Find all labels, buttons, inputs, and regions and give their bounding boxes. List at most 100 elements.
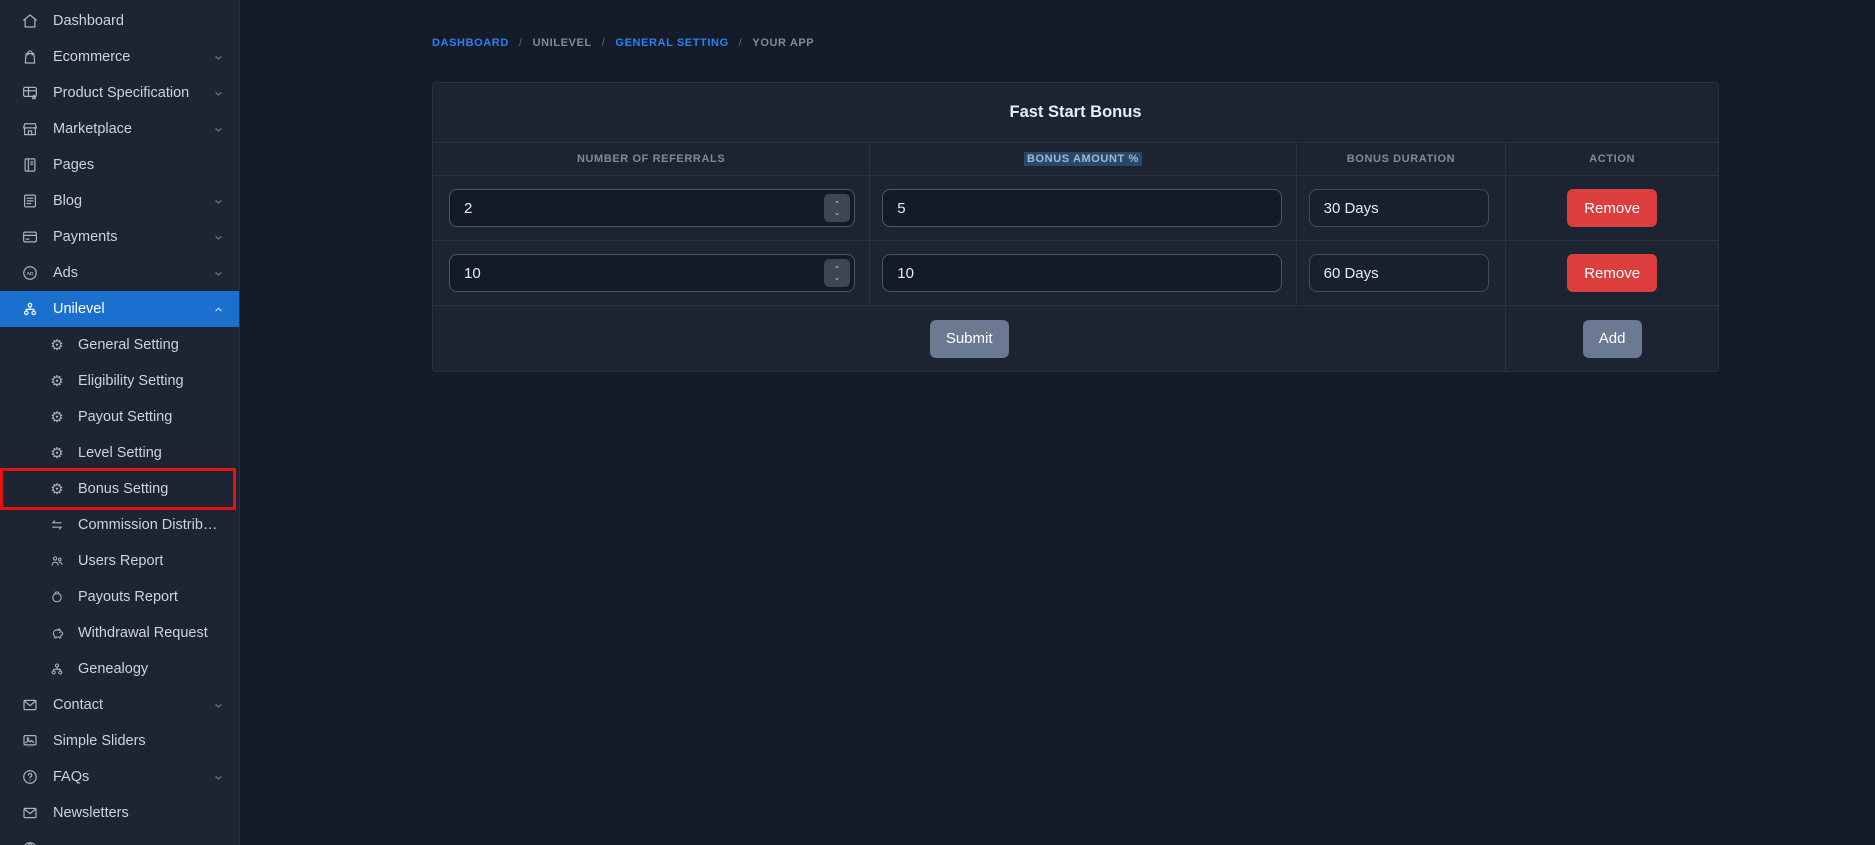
table-row: 60 Days Remove xyxy=(433,241,1718,306)
chevron-down-icon xyxy=(212,231,225,244)
number-of-referrals-input[interactable] xyxy=(449,189,856,227)
sidebar-item-label: Bonus Setting xyxy=(78,481,169,497)
add-button[interactable]: Add xyxy=(1582,319,1642,358)
sidebar-item-label: Contact xyxy=(53,697,103,713)
sidebar-item-commission-distributi[interactable]: Commission Distributi... xyxy=(0,507,239,543)
sidebar-item-payouts-report[interactable]: Payouts Report xyxy=(0,579,239,615)
sidebar-item-label: General Setting xyxy=(78,337,179,353)
gear-icon: ⚙ xyxy=(50,335,64,354)
cell-bonus-duration: 30 Days xyxy=(1295,176,1506,240)
table-header-row: NUMBER OF REFERRALS BONUS AMOUNT % BONUS… xyxy=(433,143,1718,176)
spinner-down-button[interactable] xyxy=(824,208,850,220)
sidebar-item-item-23[interactable] xyxy=(0,831,239,845)
sidebar-item-general-setting[interactable]: ⚙ General Setting xyxy=(0,327,239,363)
sidebar-item-ecommerce[interactable]: Ecommerce xyxy=(0,39,239,75)
breadcrumb-separator: / xyxy=(518,37,523,49)
product-spec-icon xyxy=(20,83,40,103)
card-title-row: Fast Start Bonus xyxy=(433,83,1718,143)
sidebar-item-label: Withdrawal Request xyxy=(78,625,208,641)
sidebar-item-label: Commission Distributi... xyxy=(78,517,225,533)
chevron-down-icon xyxy=(212,123,225,136)
submit-button[interactable]: Submit xyxy=(929,319,1009,358)
sidebar-item-label: Payments xyxy=(53,229,118,245)
column-header-label: NUMBER OF REFERRALS xyxy=(576,153,726,165)
sidebar-item-newsletters[interactable]: Newsletters xyxy=(0,795,239,831)
swap-arrows-icon xyxy=(48,516,66,534)
sidebar-item-simple-sliders[interactable]: Simple Sliders xyxy=(0,723,239,759)
mail-icon xyxy=(20,803,40,823)
sidebar-item-withdrawal-request[interactable]: Withdrawal Request xyxy=(0,615,239,651)
number-spinner xyxy=(824,259,851,287)
sidebar-item-label: Newsletters xyxy=(53,805,129,821)
main-content: DASHBOARD / UNILEVEL / GENERAL SETTING / YOUR … xyxy=(240,0,1875,845)
sidebar-item-dashboard[interactable]: Dashboard xyxy=(0,3,239,39)
users-icon xyxy=(48,552,66,570)
table-footer-row: Submit Add xyxy=(433,306,1718,371)
number-of-referrals-input[interactable] xyxy=(449,254,856,292)
cell-action: Remove xyxy=(1505,176,1718,240)
chevron-down-icon xyxy=(212,267,225,280)
cell-bonus-amount xyxy=(869,176,1295,240)
breadcrumb-separator: / xyxy=(601,37,606,49)
sidebar-item-label: Payout Setting xyxy=(78,409,173,425)
sidebar-item-level-setting[interactable]: ⚙ Level Setting xyxy=(0,435,239,471)
sidebar-item-blog[interactable]: Blog xyxy=(0,183,239,219)
shopping-bag-icon xyxy=(20,47,40,67)
bonus-amount-input[interactable] xyxy=(882,254,1282,292)
cell-bonus-duration: 60 Days xyxy=(1295,241,1506,305)
bonus-amount-input[interactable] xyxy=(882,189,1282,227)
breadcrumb-unilevel[interactable]: UNILEVEL xyxy=(533,37,592,49)
sidebar-item-eligibility-setting[interactable]: ⚙ Eligibility Setting xyxy=(0,363,239,399)
cell-action: Remove xyxy=(1505,241,1718,305)
column-header-action: ACTION xyxy=(1505,143,1718,175)
bonus-duration-select[interactable]: 30 Days xyxy=(1308,189,1489,227)
sidebar-item-pages[interactable]: Pages xyxy=(0,147,239,183)
gear-icon: ⚙ xyxy=(50,479,64,498)
blog-icon xyxy=(20,191,40,211)
sidebar-item-label: Simple Sliders xyxy=(53,733,146,749)
column-header-label: BONUS DURATION xyxy=(1346,153,1456,165)
sidebar-item-payments[interactable]: Payments xyxy=(0,219,239,255)
chevron-down-icon xyxy=(212,699,225,712)
mail-icon xyxy=(20,695,40,715)
cell-bonus-amount xyxy=(869,241,1295,305)
spinner-down-button[interactable] xyxy=(824,273,850,285)
storefront-icon xyxy=(20,119,40,139)
gear-icon: ⚙ xyxy=(50,407,64,426)
sidebar-item-contact[interactable]: Contact xyxy=(0,687,239,723)
network-icon xyxy=(48,660,66,678)
piggy-bank-icon xyxy=(48,624,66,642)
sidebar-item-unilevel[interactable]: Unilevel xyxy=(0,291,239,327)
breadcrumb-separator: / xyxy=(738,37,743,49)
sidebar-item-payout-setting[interactable]: ⚙ Payout Setting xyxy=(0,399,239,435)
remove-button[interactable]: Remove xyxy=(1567,189,1658,227)
bonus-duration-select[interactable]: 60 Days xyxy=(1308,254,1489,292)
remove-button[interactable]: Remove xyxy=(1567,254,1658,292)
sidebar-item-label: Ecommerce xyxy=(53,49,131,65)
sidebar-item-product-specification[interactable]: Product Specification xyxy=(0,75,239,111)
number-of-referrals-field xyxy=(449,189,856,227)
breadcrumb-general-setting[interactable]: GENERAL SETTING xyxy=(615,37,728,49)
sidebar-item-marketplace[interactable]: Marketplace xyxy=(0,111,239,147)
sidebar-item-ads[interactable]: AD Ads xyxy=(0,255,239,291)
sidebar-item-genealogy[interactable]: Genealogy xyxy=(0,651,239,687)
sidebar-nav: Dashboard Ecommerce Product Specification M… xyxy=(0,3,239,845)
network-icon xyxy=(20,299,40,319)
spinner-up-button[interactable] xyxy=(824,196,850,208)
spinner-up-button[interactable] xyxy=(824,261,850,273)
sidebar-item-label: Pages xyxy=(53,157,95,173)
table-row: 30 Days Remove xyxy=(433,176,1718,241)
breadcrumb-dashboard[interactable]: DASHBOARD xyxy=(432,37,509,49)
breadcrumb-your-app[interactable]: YOUR APP xyxy=(752,37,814,49)
globe-icon xyxy=(20,839,40,845)
image-slider-icon xyxy=(20,731,40,751)
app-root: Dashboard Ecommerce Product Specification M… xyxy=(0,0,1875,845)
chevron-down-icon xyxy=(212,51,225,64)
question-circle-icon xyxy=(20,767,40,787)
number-of-referrals-field xyxy=(449,254,856,292)
sidebar-item-bonus-setting[interactable]: ⚙ Bonus Setting xyxy=(0,468,239,510)
table-body: 30 Days Remove 60 Days Remove xyxy=(433,176,1718,306)
fast-start-bonus-card: Fast Start Bonus NUMBER OF REFERRALS BON… xyxy=(432,82,1719,372)
sidebar-item-faqs[interactable]: FAQs xyxy=(0,759,239,795)
sidebar-item-users-report[interactable]: Users Report xyxy=(0,543,239,579)
